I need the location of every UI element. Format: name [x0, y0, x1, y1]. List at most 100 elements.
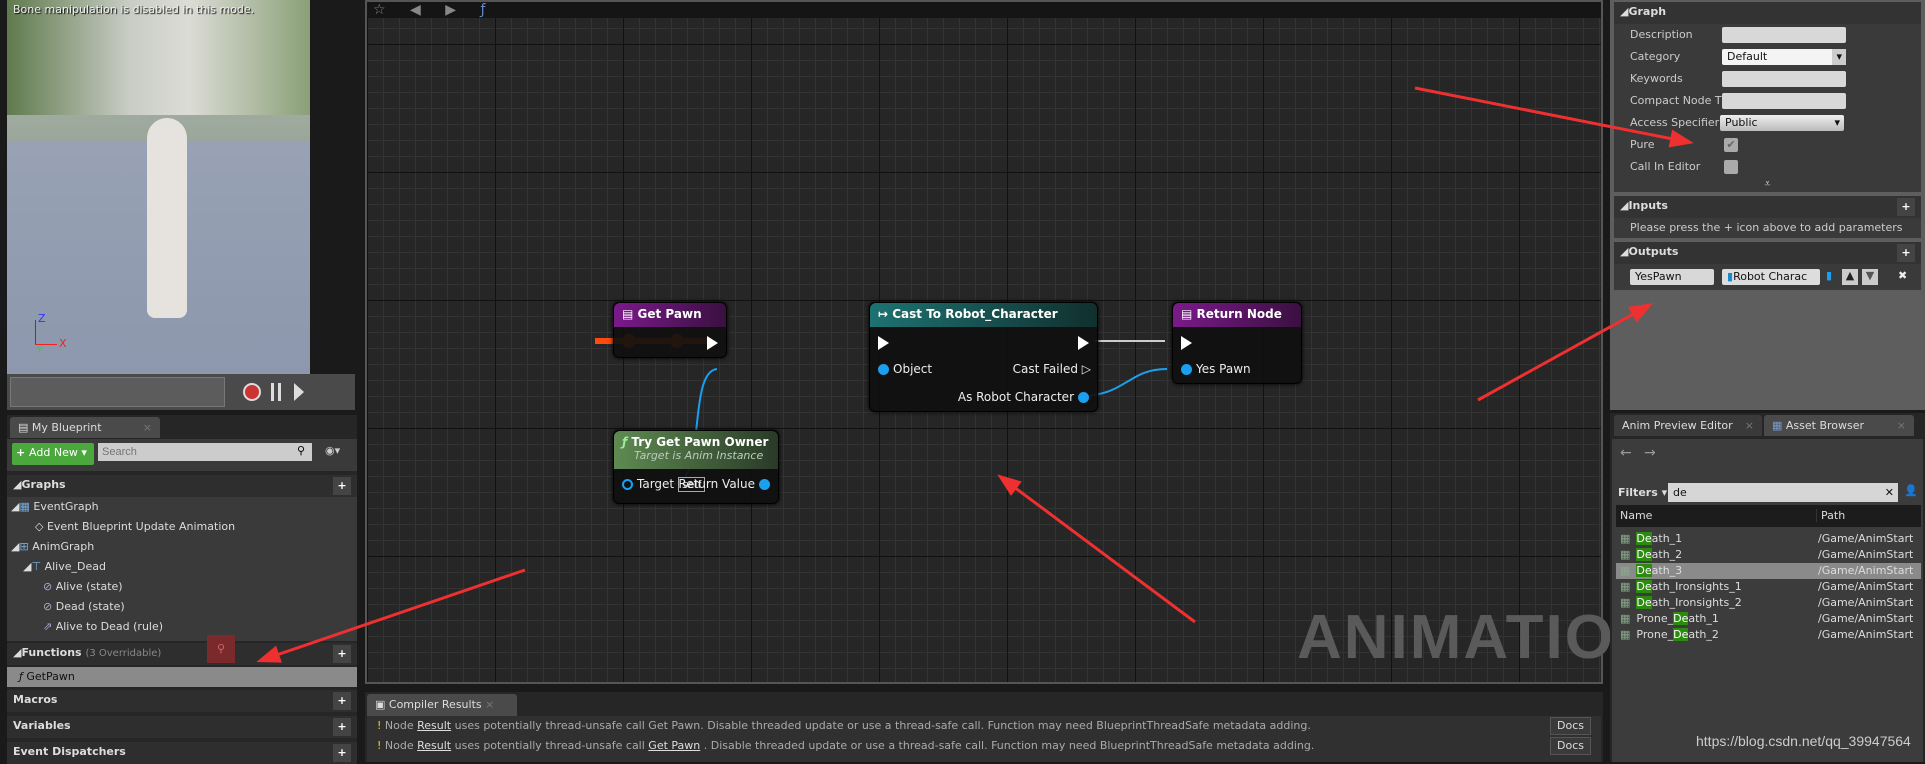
record-icon[interactable]	[243, 383, 261, 401]
access-specifier-select[interactable]: Public ▾	[1720, 115, 1844, 131]
output-name-input[interactable]: YesPawn	[1630, 269, 1714, 285]
asset-row[interactable]: ▦ Prone_Death_1/Game/AnimStart	[1616, 611, 1921, 627]
back-arrow-icon[interactable]: ←	[1620, 445, 1632, 461]
pause-icon[interactable]	[271, 383, 281, 401]
tab-compiler-results[interactable]: ▣ Compiler Results ×	[367, 694, 517, 716]
user-icon[interactable]: 👤	[1904, 484, 1918, 497]
filters-button[interactable]: Filters ▾	[1618, 486, 1667, 499]
graph-item-alive-dead[interactable]: ◢⊤ Alive_Dead	[7, 557, 357, 577]
tab-anim-preview-editor[interactable]: Anim Preview Editor ×	[1614, 415, 1762, 436]
column-name[interactable]: Name	[1620, 509, 1652, 522]
move-up-button[interactable]: ▲	[1842, 269, 1858, 285]
category-row: Category Default ▾	[1614, 46, 1921, 68]
call-in-editor-checkbox[interactable]	[1724, 160, 1738, 174]
get-pawn-link[interactable]: Get Pawn	[648, 739, 700, 752]
as-robot-character-pin[interactable]: As Robot Character	[958, 390, 1093, 404]
function-item-getpawn[interactable]: ƒ GetPawn	[7, 667, 357, 687]
msg-node: Node	[384, 719, 414, 732]
tab-my-blueprint[interactable]: ▤ My Blueprint ×	[10, 417, 160, 438]
yes-pawn-pin[interactable]: Yes Pawn	[1177, 362, 1251, 376]
compact-title-input[interactable]	[1722, 93, 1846, 109]
msg-node: Node	[384, 739, 414, 752]
column-path[interactable]: Path	[1816, 509, 1845, 522]
tab-asset-browser[interactable]: ▦ Asset Browser ×	[1764, 415, 1914, 436]
asset-name-match: De	[1636, 564, 1652, 577]
graph-item-alive-state[interactable]: ⊘ Alive (state)	[7, 577, 357, 597]
graphs-header[interactable]: ◢Graphs +	[7, 475, 357, 497]
outputs-header[interactable]: ◢Outputs +	[1614, 242, 1921, 264]
pin-label: Target	[637, 477, 675, 491]
my-blueprint-panel: ▤ My Blueprint× + Add New ▾ ⚲ ◉▾ ◢Graphs…	[7, 415, 357, 764]
add-output-button[interactable]: +	[1897, 244, 1915, 262]
return-value-pin[interactable]: Return Value	[678, 477, 774, 491]
asset-search-input[interactable]: de ✕	[1668, 483, 1898, 502]
docs-button[interactable]: Docs	[1550, 717, 1591, 735]
node-return[interactable]: ▤ Return Node Yes Pawn	[1172, 302, 1302, 384]
output-type-select[interactable]: ▮Robot Charac	[1722, 269, 1820, 285]
step-forward-icon[interactable]	[294, 383, 304, 401]
add-input-button[interactable]: +	[1897, 198, 1915, 216]
exec-out-pin[interactable]	[1078, 335, 1089, 350]
result-link[interactable]: Result	[417, 739, 451, 752]
graph-item-eventgraph[interactable]: ◢▦ EventGraph	[7, 497, 357, 517]
pure-checkbox[interactable]: ✔	[1724, 138, 1738, 152]
add-dispatcher-button[interactable]: +	[333, 744, 351, 762]
exec-out-pin[interactable]	[707, 335, 718, 350]
pin-container-icon[interactable]: ▮	[1826, 269, 1832, 282]
event-dispatchers-header[interactable]: Event Dispatchers +	[7, 742, 357, 764]
visibility-eye-icon[interactable]: ◉▾	[325, 444, 340, 457]
remove-output-icon[interactable]: ✖	[1898, 269, 1907, 282]
move-down-button[interactable]: ▼	[1862, 269, 1878, 285]
close-icon[interactable]: ×	[143, 421, 152, 434]
graph-header[interactable]: ◢Graph	[1614, 2, 1921, 24]
exec-in-pin[interactable]	[1181, 335, 1192, 350]
forward-arrow-icon[interactable]: →	[1644, 445, 1656, 461]
pin-label: Cast Failed	[1012, 362, 1078, 376]
asset-row[interactable]: ▦ Death_1/Game/AnimStart	[1616, 531, 1921, 547]
graph-item-dead-state[interactable]: ⊘ Dead (state)	[7, 597, 357, 617]
node-get-pawn[interactable]: ▤ Get Pawn	[613, 302, 727, 358]
close-icon[interactable]: ×	[485, 698, 494, 711]
variables-header[interactable]: Variables +	[7, 716, 357, 738]
search-input[interactable]	[98, 443, 312, 461]
add-macro-button[interactable]: +	[333, 692, 351, 710]
expand-advanced-icon[interactable]: ⩡	[1614, 178, 1921, 192]
category-combo[interactable]: Default ▾	[1722, 49, 1846, 65]
add-new-button[interactable]: + Add New ▾	[12, 443, 94, 465]
node-cast-to-robot-character[interactable]: ↦ Cast To Robot_Character Object Cast Fa…	[869, 302, 1098, 412]
timeline-scrubber[interactable]	[10, 377, 225, 407]
graph-item-animgraph[interactable]: ◢⊞ AnimGraph	[7, 537, 357, 557]
object-pin[interactable]: Object	[874, 362, 932, 376]
asset-row[interactable]: ▦ Death_Ironsights_1/Game/AnimStart	[1616, 579, 1921, 595]
state-icon: ⊘	[43, 580, 53, 593]
item-label: Alive to Dead (rule)	[55, 620, 164, 633]
graph-item-rule[interactable]: ⇗ Alive to Dead (rule)	[7, 617, 357, 637]
graph-item-event-update[interactable]: ◇ Event Blueprint Update Animation	[7, 517, 357, 537]
macros-header[interactable]: Macros +	[7, 690, 357, 712]
exec-in-pin[interactable]	[878, 335, 889, 350]
asset-row[interactable]: ▦ Death_2/Game/AnimStart	[1616, 547, 1921, 563]
cast-failed-pin[interactable]: Cast Failed ▷	[1013, 362, 1091, 376]
description-input[interactable]	[1722, 27, 1846, 43]
node-try-get-pawn-owner[interactable]: ƒ Try Get Pawn Owner Target is Anim Insta…	[613, 430, 779, 504]
functions-header[interactable]: ◢Functions (3 Overridable) +	[7, 643, 357, 665]
keywords-input[interactable]	[1722, 71, 1846, 87]
add-variable-button[interactable]: +	[333, 718, 351, 736]
preview-viewport[interactable]: Bone manipulation is disabled in this mo…	[7, 0, 310, 374]
compact-label: Compact Node T	[1630, 94, 1722, 107]
asset-row[interactable]: ▦ Death_3/Game/AnimStart	[1616, 563, 1921, 579]
asset-row[interactable]: ▦ Death_Ironsights_2/Game/AnimStart	[1616, 595, 1921, 611]
result-link[interactable]: Result	[417, 719, 451, 732]
asset-row[interactable]: ▦ Prone_Death_2/Game/AnimStart	[1616, 627, 1921, 643]
close-icon[interactable]: ×	[1745, 419, 1754, 432]
clear-search-icon[interactable]: ✕	[1885, 483, 1898, 502]
add-graph-button[interactable]: +	[333, 477, 351, 495]
toolbar: + Add New ▾ ⚲ ◉▾	[7, 439, 357, 471]
graph-editor-canvas[interactable]: ☆ ◀ ▶ ƒ ▤ Get Pawn ↦ Cast To Robot_Chara…	[365, 0, 1660, 684]
pin-label: Object	[893, 362, 933, 376]
docs-button[interactable]: Docs	[1550, 737, 1591, 755]
add-function-button[interactable]: +	[333, 645, 351, 663]
close-icon[interactable]: ×	[1897, 419, 1906, 432]
pin-label: Return Value	[678, 477, 755, 491]
inputs-header[interactable]: ◢Inputs +	[1614, 196, 1921, 218]
